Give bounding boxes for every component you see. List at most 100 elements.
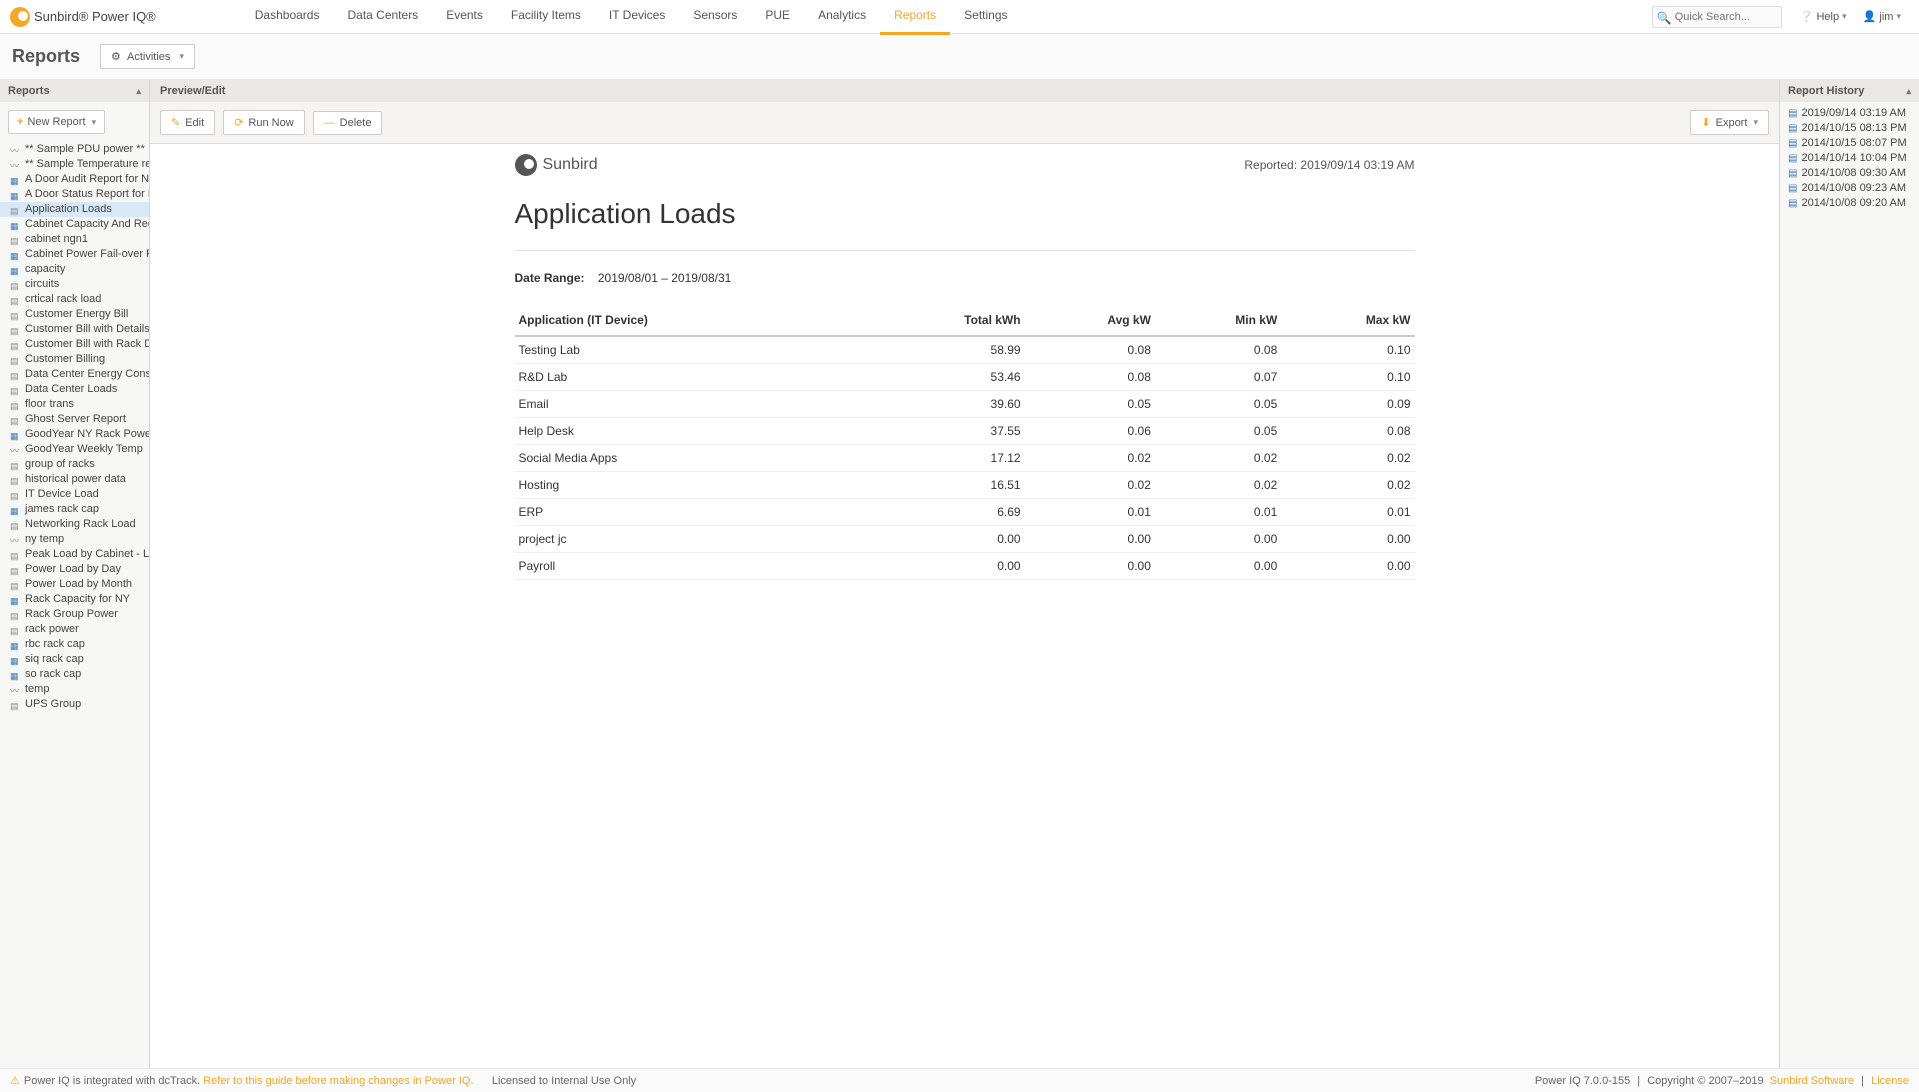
table-cell: 0.08 [1281, 418, 1414, 445]
sidebar-item[interactable]: ▤Rack Group Power [0, 607, 149, 622]
user-menu[interactable]: 👤 jim ▾ [1855, 10, 1909, 23]
table-cell: 0.10 [1281, 336, 1414, 364]
nav-data-centers[interactable]: Data Centers [333, 0, 432, 35]
sidebar-item-label: siq rack cap [25, 653, 84, 666]
sidebar-item[interactable]: 〰GoodYear Weekly Temp [0, 442, 149, 457]
sidebar-item[interactable]: ▤Application Loads [0, 202, 149, 217]
sidebar-item[interactable]: ▤Power Load by Day [0, 562, 149, 577]
sidebar-item-label: Networking Rack Load [25, 518, 136, 531]
report-type-icon: 〰 [10, 445, 22, 455]
license-link[interactable]: License [1871, 1075, 1909, 1087]
sidebar-item-label: Power Load by Month [25, 578, 132, 591]
nav-it-devices[interactable]: IT Devices [595, 0, 679, 35]
sidebar-item[interactable]: ▤Power Load by Month [0, 577, 149, 592]
separator: | [1861, 1075, 1864, 1087]
history-item[interactable]: ▤2014/10/14 10:04 PM [1780, 151, 1919, 166]
nav-dashboards[interactable]: Dashboards [241, 0, 334, 35]
report-type-icon: 〰 [10, 535, 22, 545]
sidebar-item[interactable]: ▦james rack cap [0, 502, 149, 517]
company-link[interactable]: Sunbird Software [1770, 1075, 1854, 1087]
history-item[interactable]: ▤2019/09/14 03:19 AM [1780, 106, 1919, 121]
sidebar-item[interactable]: ▤floor trans [0, 397, 149, 412]
collapse-icon[interactable]: ▴ [1906, 86, 1911, 97]
sidebar-item[interactable]: ▤rack power [0, 622, 149, 637]
report-table: Application (IT Device)Total kWhAvg kWMi… [515, 305, 1415, 580]
sidebar-item[interactable]: ▤Data Center Loads [0, 382, 149, 397]
edit-button[interactable]: ✎ Edit [160, 110, 215, 135]
sidebar-item[interactable]: ▦A Door Audit Report for NY [0, 172, 149, 187]
nav-analytics[interactable]: Analytics [804, 0, 880, 35]
history-item[interactable]: ▤2014/10/08 09:23 AM [1780, 181, 1919, 196]
sidebar-item[interactable]: ▤IT Device Load [0, 487, 149, 502]
sidebar-item[interactable]: ▦so rack cap [0, 667, 149, 682]
guide-link[interactable]: Refer to this guide before making change… [203, 1075, 473, 1087]
export-label: Export [1716, 117, 1748, 129]
report-body: Sunbird Reported: 2019/09/14 03:19 AM Ap… [150, 144, 1779, 1068]
report-top: Sunbird Reported: 2019/09/14 03:19 AM [515, 144, 1415, 186]
sidebar-item[interactable]: 〰temp [0, 682, 149, 697]
brand-logo[interactable]: Sunbird® Power IQ® [10, 7, 171, 27]
sidebar-item[interactable]: 〰ny temp [0, 532, 149, 547]
sidebar-item[interactable]: ▤Ghost Server Report [0, 412, 149, 427]
nav-pue[interactable]: PUE [751, 0, 804, 35]
sidebar-item[interactable]: ▤UPS Group [0, 697, 149, 712]
sidebar-item-label: Customer Bill with Rack Details [25, 338, 149, 351]
chevron-down-icon: ▾ [1753, 117, 1758, 128]
sidebar-item[interactable]: ▤cabinet ngn1 [0, 232, 149, 247]
collapse-icon[interactable]: ▴ [136, 86, 141, 97]
sidebar-item[interactable]: ▤Peak Load by Cabinet - Last 30 Days [0, 547, 149, 562]
nav-facility-items[interactable]: Facility Items [497, 0, 595, 35]
table-cell: 0.00 [1281, 526, 1414, 553]
sidebar-item[interactable]: ▤Customer Bill with Details [0, 322, 149, 337]
sidebar-item[interactable]: ▤Networking Rack Load [0, 517, 149, 532]
table-cell: ERP [515, 499, 862, 526]
history-item[interactable]: ▤2014/10/15 08:13 PM [1780, 121, 1919, 136]
nav-settings[interactable]: Settings [950, 0, 1021, 35]
sidebar-item[interactable]: ▤crtical rack load [0, 292, 149, 307]
sunbird-icon [515, 154, 537, 176]
table-cell: 0.09 [1281, 391, 1414, 418]
sidebar-item[interactable]: ▤group of racks [0, 457, 149, 472]
report-type-icon: ▤ [10, 370, 22, 380]
nav-reports[interactable]: Reports [880, 0, 950, 35]
export-button[interactable]: ⬇ Export ▾ [1690, 110, 1769, 135]
report-type-icon: ▦ [10, 655, 22, 665]
sidebar-item[interactable]: ▦capacity [0, 262, 149, 277]
history-item[interactable]: ▤2014/10/15 08:07 PM [1780, 136, 1919, 151]
sidebar-item[interactable]: ▤Customer Bill with Rack Details [0, 337, 149, 352]
nav-sensors[interactable]: Sensors [679, 0, 751, 35]
delete-button[interactable]: — Delete [313, 111, 383, 135]
sidebar-item[interactable]: ▤Customer Energy Bill [0, 307, 149, 322]
new-report-label: New Report [27, 116, 85, 128]
new-report-button[interactable]: + New Report ▾ [8, 110, 105, 134]
report-type-icon: ▦ [10, 670, 22, 680]
sidebar-item[interactable]: ▤historical power data [0, 472, 149, 487]
sidebar-item[interactable]: ▦Rack Capacity for NY [0, 592, 149, 607]
footer-left: ⚠ Power IQ is integrated with dcTrack. R… [10, 1074, 1535, 1087]
history-item[interactable]: ▤2014/10/08 09:30 AM [1780, 166, 1919, 181]
sidebar-item[interactable]: ▦rbc rack cap [0, 637, 149, 652]
reports-sidebar: Reports ▴ + New Report ▾ 〰** Sample PDU … [0, 80, 150, 1068]
report-type-icon: ▤ [10, 385, 22, 395]
help-menu[interactable]: ❔ Help ▾ [1792, 10, 1855, 23]
sidebar-item[interactable]: ▦siq rack cap [0, 652, 149, 667]
history-item[interactable]: ▤2014/10/08 09:20 AM [1780, 196, 1919, 211]
sidebar-item[interactable]: ▦A Door Status Report for NY [0, 187, 149, 202]
sidebar-item[interactable]: 〰** Sample Temperature report ** [0, 157, 149, 172]
sidebar-item[interactable]: ▦Cabinet Capacity And Redundancy [0, 217, 149, 232]
sidebar-item-label: Customer Billing [25, 353, 105, 366]
sidebar-item-label: james rack cap [25, 503, 99, 516]
sidebar-item[interactable]: ▦GoodYear NY Rack Power Cap [0, 427, 149, 442]
reports-tree[interactable]: 〰** Sample PDU power **〰** Sample Temper… [0, 142, 149, 1068]
nav-events[interactable]: Events [432, 0, 497, 35]
sidebar-item[interactable]: ▤Customer Billing [0, 352, 149, 367]
activities-button[interactable]: ⚙ Activities ▾ [100, 44, 195, 69]
sidebar-item[interactable]: ▦Cabinet Power Fail-over Redundancy [0, 247, 149, 262]
report-type-icon: ▤ [10, 355, 22, 365]
sidebar-item[interactable]: ▤circuits [0, 277, 149, 292]
warning-icon: ⚠ [10, 1074, 20, 1087]
sidebar-item[interactable]: 〰** Sample PDU power ** [0, 142, 149, 157]
sidebar-item[interactable]: ▤Data Center Energy Consumption [0, 367, 149, 382]
run-now-button[interactable]: ⟳ Run Now [223, 110, 304, 135]
table-cell: 0.00 [1025, 553, 1155, 580]
